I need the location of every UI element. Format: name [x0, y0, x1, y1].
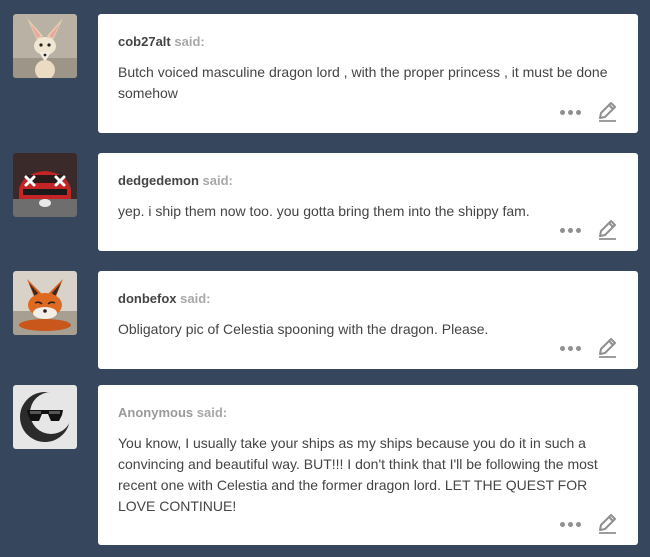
ask-question-text: You know, I usually take your ships as m…: [118, 435, 598, 514]
edit-pencil-icon[interactable]: [596, 102, 618, 122]
more-options-icon[interactable]: [560, 110, 582, 116]
asker-name[interactable]: cob27alt said:: [118, 34, 205, 50]
red-car-avatar[interactable]: [13, 153, 77, 217]
ask-question-text: Butch voiced masculine dragon lord , wit…: [118, 64, 608, 101]
ask-card: cob27alt said: Butch voiced masculine dr…: [98, 14, 638, 133]
asker-name: Anonymous said:: [118, 405, 228, 420]
ask-card: Anonymous said: You know, I usually take…: [98, 385, 638, 545]
edit-pencil-icon[interactable]: [596, 338, 618, 358]
asker-name[interactable]: donbefox said:: [118, 291, 210, 307]
more-options-icon[interactable]: [560, 228, 582, 234]
edit-pencil-icon[interactable]: [596, 514, 618, 534]
more-options-icon[interactable]: [560, 522, 582, 528]
ask-question-text: yep. i ship them now too. you gotta brin…: [118, 203, 530, 219]
edit-pencil-icon[interactable]: [596, 220, 618, 240]
ask-card: dedgedemon said: yep. i ship them now to…: [98, 153, 638, 251]
fennec-fox-avatar[interactable]: [13, 14, 77, 78]
anonymous-sunglasses-avatar: [13, 385, 77, 449]
asker-name[interactable]: dedgedemon said:: [118, 173, 233, 189]
ask-question-text: Obligatory pic of Celestia spooning with…: [118, 321, 489, 337]
red-fox-avatar[interactable]: [13, 271, 77, 335]
more-options-icon[interactable]: [560, 346, 582, 352]
ask-card: donbefox said: Obligatory pic of Celesti…: [98, 271, 638, 369]
